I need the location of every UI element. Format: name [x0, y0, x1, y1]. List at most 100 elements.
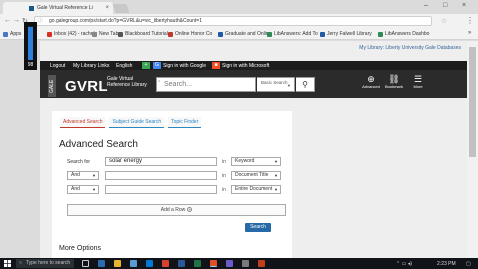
- more-bookmarks-icon[interactable]: »: [468, 30, 471, 36]
- bookmark-star-icon[interactable]: ☆: [441, 17, 447, 25]
- word-icon[interactable]: [178, 260, 185, 267]
- bookmark-item[interactable]: Apps: [3, 31, 21, 37]
- onenote-icon[interactable]: [226, 260, 233, 267]
- bookmark-item[interactable]: Inbox (42) - rachelc: [47, 31, 97, 37]
- in-label: in: [222, 186, 226, 193]
- operator-select-3[interactable]: And ▼: [67, 185, 99, 194]
- my-library-links[interactable]: My Library Links: [73, 63, 109, 69]
- close-window-icon[interactable]: ×: [462, 2, 466, 9]
- browser-tabstrip: Gale Virtual Reference Li × – □ ×: [0, 0, 478, 14]
- page-scrollbar[interactable]: [467, 41, 478, 258]
- recorder-app-icon[interactable]: [258, 260, 265, 267]
- recording-level-meter: 98: [24, 22, 37, 70]
- bookmark-favicon-icon: [320, 31, 325, 37]
- bookmark-button[interactable]: ⛓ Bookmark: [384, 74, 404, 90]
- maximize-icon[interactable]: □: [443, 2, 447, 9]
- search-term-input-3[interactable]: [105, 185, 217, 194]
- search-tab[interactable]: Advanced Search: [60, 117, 106, 128]
- basic-search-input[interactable]: " Search...: [156, 77, 256, 92]
- logout-link[interactable]: Logout: [50, 63, 65, 69]
- minimize-icon[interactable]: –: [424, 2, 428, 9]
- bookmark-item[interactable]: New Tab: [92, 31, 118, 37]
- hamburger-icon: ☰: [413, 74, 423, 84]
- field-select-1[interactable]: Keyword ▼: [231, 157, 281, 166]
- search-row-1: Search for solar energy in Keyword ▼: [67, 157, 281, 166]
- bookmark-item[interactable]: Online Honor Co: [168, 31, 212, 37]
- gvrl-subtitle: Gale Virtual Reference Library: [107, 76, 147, 88]
- chevron-down-icon: ▼: [274, 187, 278, 192]
- bookmark-label: New Tab: [99, 31, 119, 37]
- share-icon[interactable]: +: [142, 62, 150, 69]
- taskbar-search-input[interactable]: ○ Type here to search: [16, 259, 74, 268]
- add-row-button[interactable]: Add a Row +: [67, 204, 286, 216]
- notifications-icon[interactable]: ▢: [466, 261, 471, 267]
- task-view-icon[interactable]: [82, 260, 89, 267]
- browser-menu-icon[interactable]: ⋮: [466, 16, 474, 25]
- search-tab[interactable]: Subject Guide Search: [109, 117, 165, 128]
- bookmark-favicon-icon: [92, 31, 97, 37]
- meter-value: 98: [27, 62, 34, 68]
- search-tabs: Advanced Search Subject Guide Search Topic…: [60, 117, 205, 128]
- more-options-heading[interactable]: More Options: [59, 245, 101, 252]
- store-icon[interactable]: [130, 260, 137, 267]
- gale-logo-tab: GALE: [48, 75, 56, 97]
- file-explorer-icon[interactable]: [114, 260, 121, 267]
- search-type-select[interactable]: Basic Search ▼: [257, 77, 295, 92]
- bookmarks-bar: » Apps Inbox (42) - rachelc New Tab Blackbo…: [0, 28, 478, 40]
- search-icon: ○: [19, 260, 23, 266]
- scrollbar-thumb[interactable]: [469, 47, 476, 157]
- new-tab-button[interactable]: [112, 4, 130, 13]
- clock[interactable]: 2:23 PM: [437, 261, 456, 267]
- search-placeholder: Search...: [164, 81, 193, 88]
- browser-tab[interactable]: Gale Virtual Reference Li ×: [3, 2, 113, 14]
- search-submit-button[interactable]: ⚲: [296, 77, 315, 92]
- gale-page: My Library: Liberty University Gale Data…: [40, 41, 467, 258]
- field-select-value: Entire Document: [235, 186, 273, 192]
- bookmark-item[interactable]: Blackboard Tutorial: [118, 31, 168, 37]
- edge-icon[interactable]: [98, 260, 105, 267]
- bookmark-label: Apps: [10, 31, 22, 37]
- forward-icon[interactable]: →: [13, 17, 20, 24]
- advanced-search-button[interactable]: ⊕ Advanced: [361, 74, 381, 90]
- microsoft-signin-link[interactable]: Sign in with Microsoft: [222, 63, 269, 69]
- windows-start-icon[interactable]: [4, 260, 11, 267]
- search-for-label: Search for: [67, 158, 91, 165]
- user-links[interactable]: My Library: Liberty University Gale Data…: [359, 45, 461, 51]
- bookmark-label: LibAnswers Dashbo: [385, 31, 430, 37]
- close-tab-icon[interactable]: ×: [105, 5, 109, 11]
- bookmark-label: Blackboard Tutorial: [125, 31, 168, 37]
- bookmark-item[interactable]: LibAnswers Dashbo: [378, 31, 429, 37]
- bookmark-favicon-icon: [267, 31, 272, 37]
- more-menu-button[interactable]: ☰ More: [408, 74, 428, 90]
- bookmark-item[interactable]: Graduate and Onlin: [218, 31, 269, 37]
- bookmark-favicon-icon: [378, 31, 383, 37]
- mail-icon[interactable]: [146, 260, 153, 267]
- field-select-3[interactable]: Entire Document ▼: [231, 185, 281, 194]
- in-label: in: [222, 158, 226, 165]
- field-select-2[interactable]: Document Title ▼: [231, 171, 281, 180]
- gale-header: GALE GVRL Gale Virtual Reference Library…: [40, 70, 467, 98]
- url-field[interactable]: ⓘ go.galegroup.com/ps/start.do?p=GVRL&u=…: [34, 16, 432, 26]
- app-icon[interactable]: [242, 260, 249, 267]
- bookmark-item[interactable]: Jerry Falwell Library: [320, 31, 372, 37]
- search-tab[interactable]: Topic Finder: [168, 117, 202, 128]
- excel-icon[interactable]: [194, 260, 201, 267]
- chrome-icon[interactable]: [210, 260, 217, 267]
- search-term-input-1[interactable]: solar energy: [105, 157, 217, 166]
- advanced-search-icon: ⊕: [367, 74, 375, 84]
- field-select-value: Document Title: [235, 172, 269, 178]
- bookmark-favicon-icon: [118, 31, 123, 37]
- operator-select-2[interactable]: And ▼: [67, 171, 99, 180]
- google-signin-link[interactable]: Sign in with Google: [163, 63, 206, 69]
- search-button[interactable]: Search: [245, 223, 271, 232]
- language-link[interactable]: English: [116, 63, 132, 69]
- powerpoint-icon[interactable]: [162, 260, 169, 267]
- meter-fill: [28, 26, 33, 60]
- gvrl-logo[interactable]: GVRL: [65, 78, 108, 95]
- search-term-input-2[interactable]: [105, 171, 217, 180]
- bookmark-item[interactable]: LibAnswers: Add To: [267, 31, 318, 37]
- system-tray-icons[interactable]: ⌃ ▭ ◂): [396, 261, 412, 267]
- back-icon[interactable]: ←: [4, 17, 11, 24]
- chevron-down-icon: ▼: [287, 83, 291, 88]
- quote-icon: ": [158, 81, 161, 87]
